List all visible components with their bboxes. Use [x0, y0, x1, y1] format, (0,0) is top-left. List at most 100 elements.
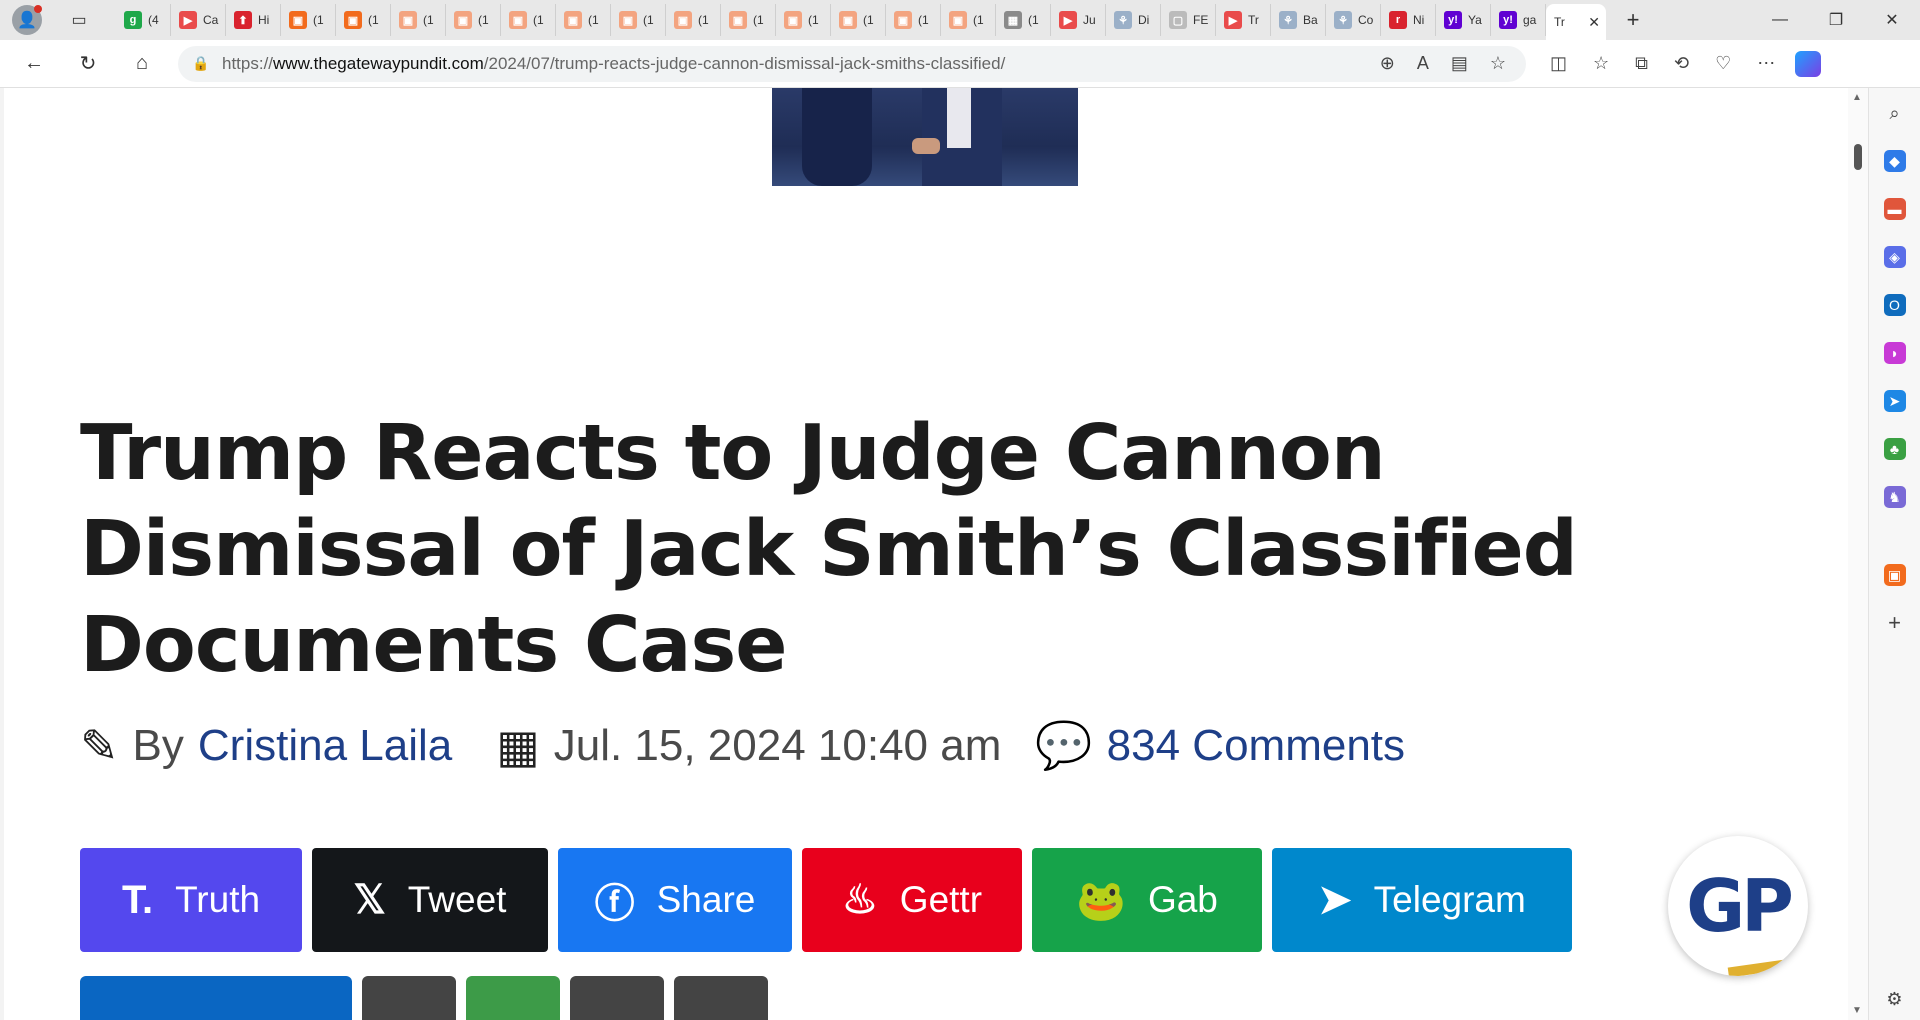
browser-tab[interactable]: g (4	[116, 4, 171, 36]
browser-tab[interactable]: ▣ (1	[831, 4, 886, 36]
page-scrollbar[interactable]: ▲ ▼	[1848, 88, 1868, 1020]
lock-icon[interactable]: 🔒	[192, 55, 212, 72]
browser-tab[interactable]: ▣ (1	[556, 4, 611, 36]
tab-title: (1	[918, 13, 929, 27]
home-icon[interactable]: ⌂	[122, 44, 162, 84]
browser-tab[interactable]: ▣ (1	[886, 4, 941, 36]
collections-icon[interactable]: ⧉	[1635, 53, 1648, 74]
whatsapp-share-button[interactable]	[362, 976, 456, 1020]
browser-tab[interactable]: ▣ (1	[611, 4, 666, 36]
more-menu-icon[interactable]: ⋯	[1757, 53, 1775, 74]
browser-tab[interactable]: ▣ (1	[776, 4, 831, 36]
add-sidebar-app-icon[interactable]: +	[1884, 610, 1906, 635]
tab-favicon-icon: ▦	[1004, 11, 1022, 29]
shopping-tag-icon[interactable]: ◆	[1883, 150, 1906, 172]
tab-title: (1	[808, 13, 819, 27]
close-window-icon[interactable]: ✕	[1864, 0, 1920, 40]
zoom-icon[interactable]: ⊕	[1380, 53, 1395, 74]
bookmark-app-icon[interactable]: ▣	[1883, 564, 1906, 586]
truth-share-button[interactable]: T. Truth	[80, 848, 302, 952]
toolbox-icon[interactable]: ▬	[1883, 198, 1906, 220]
tab-favicon-icon: ▶	[1059, 11, 1077, 29]
tab-title: (1	[478, 13, 489, 27]
browser-tab[interactable]: ▣ (1	[281, 4, 336, 36]
search-icon[interactable]: ⌕	[1884, 102, 1906, 124]
copilot-icon[interactable]	[1795, 50, 1822, 77]
browser-tab[interactable]: y! ga	[1491, 4, 1546, 36]
author-link[interactable]: Cristina Laila	[198, 721, 452, 771]
tab-favicon-icon: ⚘	[1334, 11, 1352, 29]
favorites-icon[interactable]: ☆	[1593, 53, 1609, 74]
tab-title: Tr	[1248, 13, 1259, 27]
settings-gear-icon[interactable]: ⚙	[1884, 988, 1906, 1010]
sms-share-button[interactable]	[466, 976, 560, 1020]
by-label: By	[132, 720, 184, 770]
browser-tab[interactable]: ▣ (1	[391, 4, 446, 36]
browser-tab[interactable]: ▣ (1	[336, 4, 391, 36]
new-tab-button[interactable]: +	[1618, 5, 1648, 35]
scroll-thumb[interactable]	[1854, 144, 1862, 170]
article-headline: Trump Reacts to Judge Cannon Dismissal o…	[80, 409, 1578, 690]
tree-icon[interactable]: ♣	[1883, 438, 1906, 460]
tweet-share-button[interactable]: 𝕏 Tweet	[312, 848, 548, 952]
browser-tab[interactable]: r Ni	[1381, 4, 1436, 36]
split-screen-icon[interactable]: ◫	[1550, 53, 1567, 74]
x-icon: 𝕏	[353, 878, 386, 922]
close-tab-icon[interactable]: ✕	[1588, 14, 1600, 31]
designer-icon[interactable]: ◗	[1883, 342, 1906, 364]
gab-share-button[interactable]: 🐸 Gab	[1032, 848, 1262, 952]
gp-logo-badge[interactable]: GP	[1668, 836, 1808, 976]
comments-link[interactable]: 834 Comments	[1107, 721, 1405, 771]
tab-title: (1	[863, 13, 874, 27]
back-icon[interactable]: ←	[14, 44, 54, 84]
linkedin-share-button[interactable]	[80, 976, 352, 1020]
browser-tab[interactable]: ▦ (1	[996, 4, 1051, 36]
restore-icon[interactable]: ❐	[1808, 0, 1864, 40]
tab-title: (1	[313, 13, 324, 27]
browser-tab[interactable]: ⬆ Hi	[226, 4, 281, 36]
gettr-share-button[interactable]: ♨ Gettr	[802, 848, 1022, 952]
immersive-reader-icon[interactable]: ▤	[1451, 53, 1468, 74]
browser-tab[interactable]: ▶ Tr	[1216, 4, 1271, 36]
tab-title: (1	[643, 13, 654, 27]
browser-tab[interactable]: ▣ (1	[501, 4, 556, 36]
minimize-icon[interactable]: —	[1752, 0, 1808, 40]
browser-tab[interactable]: ⚘ Di	[1106, 4, 1161, 36]
browser-tab[interactable]: ▣ (1	[666, 4, 721, 36]
tab-actions-icon[interactable]: ▭	[64, 5, 94, 35]
tab-title: Hi	[258, 13, 270, 27]
browser-tab[interactable]: ▣ (1	[941, 4, 996, 36]
gettr-icon: ♨	[841, 878, 878, 922]
browser-tab[interactable]: ▶ Ca	[171, 4, 226, 36]
refresh-icon[interactable]: ↻	[68, 44, 108, 84]
favorite-star-icon[interactable]: ☆	[1490, 53, 1506, 74]
tweet-label: Tweet	[407, 879, 507, 920]
read-aloud-icon[interactable]: A	[1417, 53, 1429, 74]
tab-title: Co	[1358, 13, 1374, 27]
publish-date: Jul. 15, 2024 10:40 am	[553, 720, 1002, 770]
microsoft-365-icon[interactable]: ◈	[1883, 246, 1906, 268]
browser-tab[interactable]: Tr ✕	[1546, 4, 1606, 40]
send-icon[interactable]: ➤	[1883, 390, 1906, 412]
profile-avatar[interactable]: 👤	[12, 5, 42, 35]
email-share-button[interactable]	[570, 976, 664, 1020]
url-text[interactable]: https://www.thegatewaypundit.com/2024/07…	[222, 54, 1005, 74]
performance-icon[interactable]: ♡	[1715, 53, 1731, 74]
scroll-down-icon[interactable]: ▼	[1852, 1005, 1862, 1016]
scroll-up-icon[interactable]: ▲	[1852, 92, 1862, 103]
games-icon[interactable]: ♞	[1883, 486, 1906, 508]
browser-tab[interactable]: ▣ (1	[721, 4, 776, 36]
browser-tab[interactable]: ▣ (1	[446, 4, 501, 36]
tab-favicon-icon: r	[1389, 11, 1407, 29]
browser-tab[interactable]: ▶ Ju	[1051, 4, 1106, 36]
address-bar[interactable]: 🔒 https://www.thegatewaypundit.com/2024/…	[178, 45, 1526, 82]
outlook-icon[interactable]: O	[1883, 294, 1906, 316]
history-icon[interactable]: ⟲	[1674, 53, 1689, 74]
browser-tab[interactable]: ⚘ Ba	[1271, 4, 1326, 36]
browser-tab[interactable]: ⚘ Co	[1326, 4, 1381, 36]
telegram-share-button[interactable]: ➤ Telegram	[1272, 848, 1572, 952]
print-share-button[interactable]	[674, 976, 768, 1020]
browser-tab[interactable]: y! Ya	[1436, 4, 1491, 36]
facebook-share-button[interactable]: ⓕ Share	[558, 848, 792, 952]
browser-tab[interactable]: ▢ FE	[1161, 4, 1216, 36]
